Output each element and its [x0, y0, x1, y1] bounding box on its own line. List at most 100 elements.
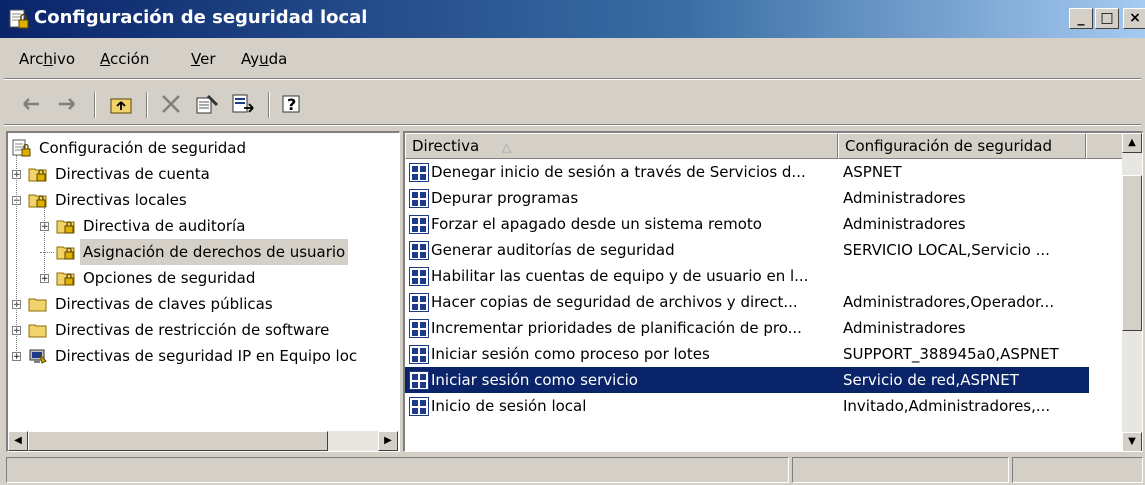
- status-bar: [6, 457, 1143, 483]
- properties-icon[interactable]: [194, 92, 220, 116]
- vertical-scrollbar[interactable]: ▲ ▼: [1122, 133, 1142, 451]
- toolbar-divider: [146, 92, 148, 118]
- list-row[interactable]: Iniciar sesión como servicio Servicio de …: [405, 367, 1089, 393]
- policy-icon: [409, 371, 429, 390]
- policy-setting: Administradores,Operador...: [843, 293, 1055, 311]
- horizontal-scroll-thumb[interactable]: [28, 431, 328, 451]
- column-header-configuracion[interactable]: Configuración de seguridad: [838, 133, 1086, 159]
- locked-folder-icon: [56, 217, 76, 235]
- menu-archivo[interactable]: Archivo: [19, 50, 75, 68]
- locked-folder-icon: [28, 165, 48, 183]
- menu-ver[interactable]: Ver: [191, 50, 216, 68]
- policy-name: Iniciar sesión como proceso por lotes: [431, 345, 710, 363]
- list-row[interactable]: Depurar programas Administradores: [405, 185, 1089, 211]
- title-bar[interactable]: Configuración de seguridad local _ □ ×: [0, 0, 1145, 38]
- tree-item-label: Configuración de seguridad: [39, 139, 247, 157]
- toolbar-divider: [268, 92, 270, 118]
- policy-name: Hacer copias de seguridad de archivos y …: [431, 293, 798, 311]
- policy-icon: [409, 189, 429, 208]
- security-config-icon: [9, 9, 29, 29]
- policy-icon: [409, 319, 429, 338]
- tree-item-label: Opciones de seguridad: [83, 269, 256, 287]
- policy-setting: Invitado,Administradores,...: [843, 397, 1051, 415]
- policy-name: Denegar inicio de sesión a través de Ser…: [431, 163, 806, 181]
- list-row[interactable]: Iniciar sesión como proceso por lotes SUP…: [405, 341, 1089, 367]
- menu-accion[interactable]: Acción: [100, 50, 149, 68]
- back-arrow-icon[interactable]: [18, 92, 44, 116]
- list-row[interactable]: Incrementar prioridades de planificación…: [405, 315, 1089, 341]
- tree-item-label: Directivas de seguridad IP en Equipo loc: [55, 347, 358, 365]
- status-cell-2: [792, 457, 1009, 483]
- maximize-button[interactable]: □: [1095, 8, 1119, 29]
- svg-text:?: ?: [287, 95, 296, 114]
- tree-item-label: Directivas locales: [55, 191, 187, 209]
- horizontal-scrollbar[interactable]: ◀ ▶: [8, 431, 398, 451]
- policy-icon: [409, 397, 429, 416]
- forward-arrow-icon[interactable]: [54, 92, 80, 116]
- list-row[interactable]: Inicio de sesión local Invitado,Administr…: [405, 393, 1089, 419]
- sort-ascending-icon: △: [501, 140, 512, 154]
- policy-icon: [409, 215, 429, 234]
- list-row[interactable]: Generar auditorías de seguridad SERVICIO …: [405, 237, 1089, 263]
- delete-icon[interactable]: [158, 92, 184, 116]
- policy-name: Incrementar prioridades de planificación…: [431, 319, 802, 337]
- policy-icon: [409, 345, 429, 364]
- minimize-button[interactable]: _: [1069, 8, 1093, 29]
- tree-connector: [44, 207, 45, 275]
- security-config-icon: [12, 139, 32, 157]
- list-row[interactable]: Habilitar las cuentas de equipo y de usu…: [405, 263, 1089, 289]
- scroll-up-button[interactable]: ▲: [1122, 133, 1142, 153]
- menu-bar: Archivo Acción Ver Ayuda: [0, 44, 1145, 74]
- export-list-icon[interactable]: [230, 92, 256, 116]
- expand-button[interactable]: +: [40, 274, 49, 284]
- list-row[interactable]: Forzar el apagado desde un sistema remot…: [405, 211, 1089, 237]
- folder-icon: [28, 321, 48, 339]
- toolbar: ?: [0, 84, 1145, 124]
- tree-item-label: Asignación de derechos de usuario: [80, 239, 349, 265]
- policy-name: Forzar el apagado desde un sistema remot…: [431, 215, 762, 233]
- tree-connector: [40, 252, 54, 253]
- policy-name: Generar auditorías de seguridad: [431, 241, 675, 259]
- window-title: Configuración de seguridad local: [34, 7, 368, 28]
- locked-folder-icon: [56, 269, 76, 287]
- policy-icon: [409, 241, 429, 260]
- status-cell-3: [1012, 457, 1143, 483]
- scroll-down-button[interactable]: ▼: [1122, 432, 1142, 451]
- column-header-spare: [1086, 133, 1123, 159]
- scroll-left-button[interactable]: ◀: [8, 431, 28, 451]
- folder-icon: [28, 295, 48, 313]
- help-icon[interactable]: ?: [280, 92, 306, 116]
- tree-item-label: Directiva de auditoría: [83, 217, 246, 235]
- policy-name: Habilitar las cuentas de equipo y de usu…: [431, 267, 809, 285]
- mmc-window: Configuración de seguridad local _ □ × A…: [0, 0, 1145, 485]
- console-tree[interactable]: Configuración de seguridad Directivas de …: [6, 131, 400, 452]
- menu-ayuda[interactable]: Ayuda: [241, 50, 287, 68]
- policy-setting: SERVICIO LOCAL,Servicio ...: [843, 241, 1050, 259]
- policy-setting: Administradores: [843, 319, 966, 337]
- policy-icon: [409, 293, 429, 312]
- locked-folder-icon: [56, 243, 76, 261]
- details-list[interactable]: Directiva △ Configuración de seguridad D…: [403, 131, 1143, 452]
- status-cell-main: [6, 457, 789, 483]
- column-header-directiva[interactable]: Directiva △: [405, 133, 838, 159]
- tree-item-label: Directivas de claves públicas: [55, 295, 273, 313]
- policy-icon: [409, 267, 429, 286]
- tree-connector: [16, 155, 17, 353]
- toolbar-divider-line: [4, 124, 1141, 126]
- menu-divider: [4, 78, 1141, 80]
- tree-item-label: Directivas de cuenta: [55, 165, 210, 183]
- tree-item-label: Directivas de restricción de software: [55, 321, 330, 339]
- ip-security-icon: [28, 347, 48, 365]
- expand-button[interactable]: +: [12, 352, 21, 362]
- policy-name: Inicio de sesión local: [431, 397, 587, 415]
- up-folder-icon[interactable]: [108, 92, 134, 116]
- policy-name: Iniciar sesión como servicio: [431, 371, 638, 389]
- list-row[interactable]: Denegar inicio de sesión a través de Ser…: [405, 159, 1089, 185]
- close-button[interactable]: ×: [1123, 8, 1145, 29]
- policy-setting: Administradores: [843, 189, 966, 207]
- policy-setting: SUPPORT_388945a0,ASPNET: [843, 345, 1059, 363]
- scroll-right-button[interactable]: ▶: [378, 431, 398, 451]
- list-row[interactable]: Hacer copias de seguridad de archivos y …: [405, 289, 1089, 315]
- vertical-scroll-thumb[interactable]: [1122, 175, 1142, 331]
- policy-setting: Administradores: [843, 215, 966, 233]
